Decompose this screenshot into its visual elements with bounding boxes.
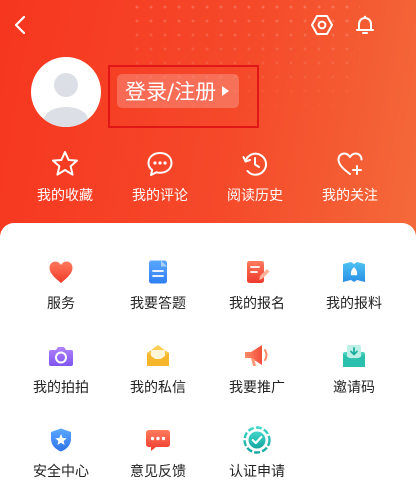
avatar[interactable] [31, 57, 101, 127]
mail-icon [147, 345, 169, 366]
verified-icon [243, 426, 271, 454]
grid-item-promote[interactable]: 我要推广 [205, 341, 309, 407]
grid-item-label: 我要答题 [130, 296, 186, 312]
play-arrow-icon [222, 86, 230, 96]
grid-item-messages[interactable]: 我的私信 [106, 341, 210, 407]
grid-item-signup[interactable]: 我的报名 [205, 257, 309, 323]
settings-button[interactable] [307, 10, 337, 40]
grid-item-label: 邀请码 [333, 380, 375, 396]
grid-item-label: 我的私信 [130, 380, 186, 396]
feedback-icon [146, 430, 170, 451]
bell-icon [356, 15, 374, 34]
heart-plus-icon [337, 152, 363, 175]
grid-item-label: 认证申请 [229, 464, 285, 480]
tip-off-icon [343, 262, 365, 282]
back-arrow-icon [14, 15, 26, 35]
default-avatar-icon [44, 73, 88, 127]
shield-icon [51, 428, 71, 452]
grid-item-service[interactable]: 服务 [9, 257, 113, 323]
gear-icon [311, 15, 333, 35]
invite-icon [343, 345, 365, 367]
feature-panel: 服务 我要答题 我的报名 我的报料 我的拍拍 我的私信 我要推广 邀请码 安全中… [0, 223, 416, 499]
login-register-button[interactable]: 登录/注册 [117, 74, 240, 108]
megaphone-icon [245, 345, 268, 366]
quick-nav-label: 阅读历史 [227, 188, 283, 204]
grid-item-camera[interactable]: 我的拍拍 [9, 341, 113, 407]
signup-icon [247, 261, 270, 283]
quick-nav-history[interactable]: 阅读历史 [207, 148, 303, 208]
grid-item-label: 服务 [47, 296, 75, 312]
quick-nav-comments[interactable]: 我的评论 [112, 148, 208, 208]
quick-nav-following[interactable]: 我的关注 [302, 148, 398, 208]
grid-item-quiz[interactable]: 我要答题 [106, 257, 210, 323]
grid-item-security[interactable]: 安全中心 [9, 425, 113, 491]
quiz-icon [149, 260, 167, 284]
comment-icon [147, 152, 173, 176]
grid-item-label: 我的报料 [326, 296, 382, 312]
grid-item-verification[interactable]: 认证申请 [205, 425, 309, 491]
quick-nav-label: 我的关注 [322, 188, 378, 204]
grid-item-feedback[interactable]: 意见反馈 [106, 425, 210, 491]
grid-item-label: 我要推广 [229, 380, 285, 396]
star-icon [52, 151, 78, 176]
history-icon [242, 152, 267, 176]
grid-item-label: 我的报名 [229, 296, 285, 312]
quick-nav-label: 我的收藏 [37, 188, 93, 204]
grid-item-tip-off[interactable]: 我的报料 [302, 257, 406, 323]
grid-item-label: 意见反馈 [130, 464, 186, 480]
profile-header: 登录/注册 我的收藏 我的评论 阅读历史 我的关注 [0, 0, 416, 250]
back-button[interactable] [6, 10, 36, 40]
camera-icon [49, 347, 73, 366]
notifications-button[interactable] [350, 10, 380, 40]
grid-item-invite-code[interactable]: 邀请码 [302, 341, 406, 407]
grid-item-label: 我的拍拍 [33, 380, 89, 396]
grid-item-label: 安全中心 [33, 464, 89, 480]
quick-nav: 我的收藏 我的评论 阅读历史 我的关注 [0, 148, 416, 208]
heart-icon [49, 261, 73, 283]
login-register-label: 登录/注册 [125, 80, 217, 104]
quick-nav-favorites[interactable]: 我的收藏 [17, 148, 113, 208]
quick-nav-label: 我的评论 [132, 188, 188, 204]
